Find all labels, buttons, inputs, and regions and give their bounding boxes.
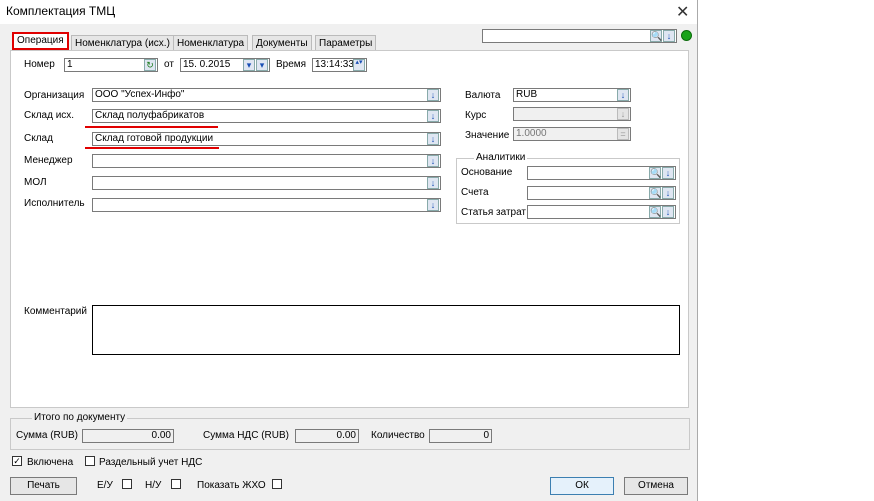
manager-dropdown-icon[interactable]: ↓ (427, 155, 439, 167)
date-input[interactable]: 15. 0.2015 ▾ ▾ (180, 58, 270, 72)
mol-dropdown-icon[interactable]: ↓ (427, 177, 439, 189)
value-value: 1.0000 (516, 128, 547, 139)
currency-input[interactable]: RUB ↓ (513, 88, 631, 102)
warehouse-src-dropdown-icon[interactable]: ↓ (427, 110, 439, 122)
organization-dropdown-icon[interactable]: ↓ (427, 89, 439, 101)
close-button[interactable]: ✕ (676, 2, 689, 22)
executor-input[interactable]: ↓ (92, 198, 441, 212)
search-icon[interactable]: 🔍 (650, 30, 662, 42)
cost-dropdown-icon[interactable]: ↓ (662, 206, 674, 218)
cost-item-label: Статья затрат (461, 207, 527, 218)
accounts-search-icon[interactable]: 🔍 (649, 187, 661, 199)
currency-label: Валюта (465, 90, 501, 101)
accounts-input[interactable]: 🔍 ↓ (527, 186, 676, 200)
refresh-icon[interactable]: ↻ (144, 59, 156, 71)
cost-item-input[interactable]: 🔍 ↓ (527, 205, 676, 219)
comment-label: Комментарий (24, 306, 87, 317)
warehouse-src-label: Склад исх. (24, 110, 75, 121)
time-spin-icon[interactable]: ▴▾ (353, 59, 365, 71)
sum-label: Сумма (RUB) (16, 430, 78, 441)
print-button[interactable]: Печать (10, 477, 77, 495)
date-value: 15. 0.2015 (183, 59, 231, 70)
tab-nomenclature[interactable]: Номенклатура (173, 35, 249, 50)
nu-label: Н/У (145, 480, 162, 491)
mol-input[interactable]: ↓ (92, 176, 441, 190)
warehouse-dropdown-icon[interactable]: ↓ (427, 133, 439, 145)
value-input: 1.0000 = (513, 127, 631, 141)
analytics-title: Аналитики (474, 152, 528, 163)
basis-label: Основание (461, 167, 513, 178)
ok-button[interactable]: ОК (550, 477, 614, 495)
manager-input[interactable]: ↓ (92, 154, 441, 168)
time-value: 13:14:33 (315, 59, 354, 70)
warehouse-src-value: Склад полуфабрикатов (95, 110, 205, 121)
enabled-label: Включена (27, 457, 74, 468)
comment-textarea[interactable] (92, 305, 680, 355)
rate-dropdown-icon: ↓ (617, 108, 629, 120)
executor-label: Исполнитель (24, 198, 85, 209)
currency-dropdown-icon[interactable]: ↓ (617, 89, 629, 101)
cancel-button[interactable]: Отмена (624, 477, 688, 495)
accounts-label: Счета (461, 187, 489, 198)
rate-input: ↓ (513, 107, 631, 121)
enabled-checkbox[interactable]: ✓ (12, 456, 22, 466)
qty-label: Количество (371, 430, 425, 441)
organization-label: Организация (24, 90, 85, 101)
accounts-dropdown-icon[interactable]: ↓ (662, 187, 674, 199)
number-value: 1 (67, 59, 73, 70)
nu-checkbox[interactable] (171, 479, 181, 489)
eu-label: Е/У (97, 480, 113, 491)
cost-search-icon[interactable]: 🔍 (649, 206, 661, 218)
qty-value-field: 0 (429, 429, 492, 443)
number-label: Номер (24, 59, 55, 70)
tab-documents[interactable]: Документы (252, 35, 312, 50)
executor-dropdown-icon[interactable]: ↓ (427, 199, 439, 211)
totals-title: Итого по документу (32, 412, 128, 423)
from-label: от (164, 59, 174, 70)
show-journal-checkbox[interactable] (272, 479, 282, 489)
basis-search-icon[interactable]: 🔍 (649, 167, 661, 179)
status-indicator-icon (681, 30, 692, 41)
rate-label: Курс (465, 110, 487, 121)
mol-label: МОЛ (24, 177, 47, 188)
warehouse-label: Склад (24, 133, 53, 144)
manager-label: Менеджер (24, 155, 73, 166)
show-journal-label: Показать ЖХО (197, 480, 266, 491)
vat-value-field: 0.00 (295, 429, 359, 443)
sum-value-field: 0.00 (82, 429, 174, 443)
date-spin-icon[interactable]: ▾ (243, 59, 255, 71)
basis-input[interactable]: 🔍 ↓ (527, 166, 676, 180)
tab-nomenclature-src[interactable]: Номенклатура (исх.) (71, 35, 174, 50)
separate-vat-checkbox[interactable] (85, 456, 95, 466)
dropdown-arrow-icon[interactable]: ↓ (663, 30, 675, 42)
separate-vat-label: Раздельный учет НДС (99, 457, 203, 468)
highlight-underline-dest (85, 147, 219, 149)
time-label: Время (276, 59, 307, 70)
tab-parameters[interactable]: Параметры (315, 35, 377, 50)
value-label: Значение (465, 130, 510, 141)
organization-value: ООО "Успех-Инфо" (95, 89, 185, 100)
warehouse-input[interactable]: Склад готовой продукции ↓ (92, 132, 441, 146)
warehouse-src-input[interactable]: Склад полуфабрикатов ↓ (92, 109, 441, 123)
tab-operation[interactable]: Операция (12, 32, 69, 50)
vat-label: Сумма НДС (RUB) (203, 430, 289, 441)
currency-value: RUB (516, 89, 538, 100)
calendar-dropdown-icon[interactable]: ▾ (256, 59, 268, 71)
window-title: Комплектация ТМЦ (6, 4, 116, 18)
top-search-input[interactable]: 🔍 ↓ (482, 29, 677, 43)
title-bar: Комплектация ТМЦ ✕ (0, 0, 697, 24)
highlight-underline-src (85, 126, 218, 128)
dialog-window: Комплектация ТМЦ ✕ Операция Номенклатура… (0, 0, 698, 501)
calculator-icon: = (617, 128, 629, 140)
organization-input[interactable]: ООО "Успех-Инфо" ↓ (92, 88, 441, 102)
warehouse-value: Склад готовой продукции (95, 133, 214, 144)
eu-checkbox[interactable] (122, 479, 132, 489)
time-input[interactable]: 13:14:33 ▴▾ (312, 58, 367, 72)
basis-dropdown-icon[interactable]: ↓ (662, 167, 674, 179)
number-input[interactable]: 1 ↻ (64, 58, 158, 72)
